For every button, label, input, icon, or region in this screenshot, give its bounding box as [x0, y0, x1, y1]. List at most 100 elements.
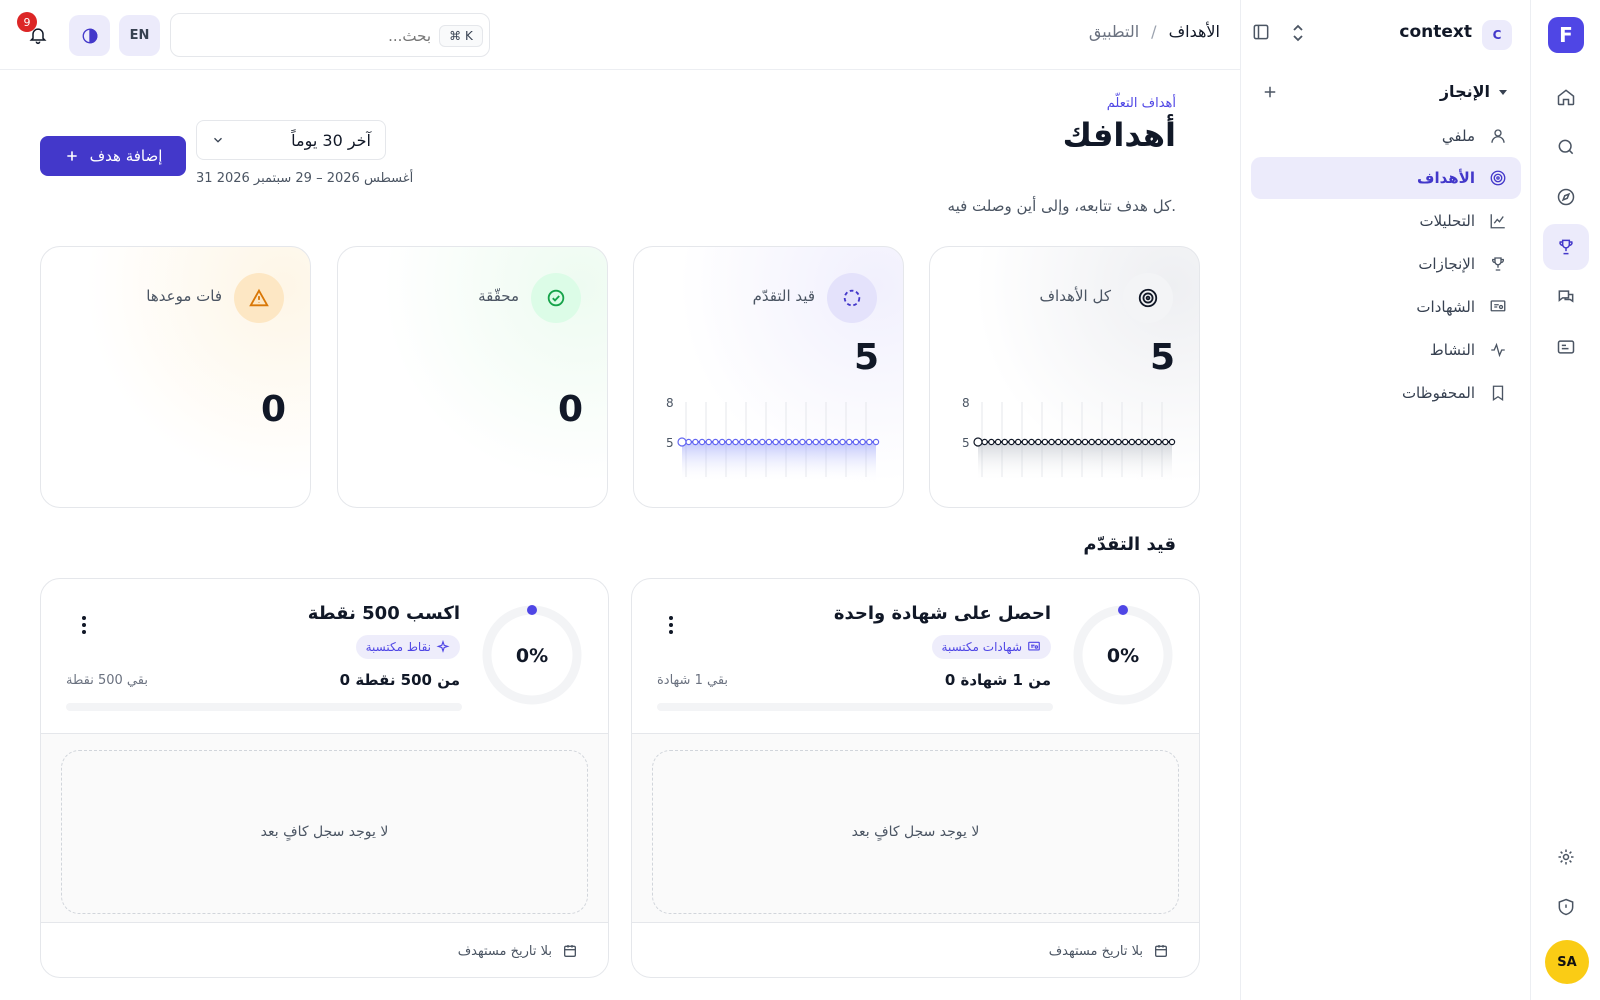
add-goal-button[interactable]: إضافة هدف [40, 136, 186, 176]
rail-security-button[interactable] [1543, 884, 1589, 930]
sidebar-item-goals[interactable]: الأهداف [1251, 157, 1521, 199]
spark-value-label: 5 [962, 436, 970, 450]
spark-point [1128, 438, 1136, 446]
rail-home-button[interactable] [1543, 74, 1589, 120]
breadcrumb-root[interactable]: التطبيق [1089, 22, 1139, 41]
rail-explore-button[interactable] [1543, 174, 1589, 220]
search-shortcut: ⌘ K [439, 25, 483, 47]
rail-settings-button[interactable] [1543, 834, 1589, 880]
spark-point [1095, 438, 1102, 446]
workspace-name[interactable]: context [1399, 22, 1472, 42]
spark-point [1008, 438, 1015, 446]
spark-point [981, 438, 988, 446]
goal-remaining: بقي 1 شهادة [657, 673, 729, 688]
sidebar-item-achievements[interactable]: الإنجازات [1251, 243, 1521, 285]
breadcrumb: التطبيق / الأهداف [1089, 22, 1220, 41]
empty-history-message: لا يوجد سجل كافٍ بعد [652, 750, 1179, 914]
stat-icon-badge [827, 273, 877, 323]
page-subtitle: كل هدف تتابعه، وإلى أين وصلت فيه. [947, 197, 1176, 215]
stat-value: 0 [260, 389, 286, 430]
stat-card-overdue: فات موعدها 0 [40, 246, 311, 508]
language-button[interactable]: EN [119, 15, 160, 56]
plus-icon [1264, 86, 1276, 98]
warning-icon [249, 288, 269, 307]
trophy-icon [1559, 239, 1573, 255]
spark-point [832, 438, 840, 446]
contrast-icon [82, 28, 97, 43]
goal-type-chip: نقاط مكتسبة [355, 635, 460, 659]
spark-value-label: 5 [666, 436, 674, 450]
sidebar: C context الإنجاز ملفي الأهداف التحليلات… [1240, 0, 1530, 1000]
goal-history-panel: لا يوجد سجل كافٍ بعد [632, 733, 1199, 923]
spark-point [705, 438, 712, 446]
rail-cards-button[interactable] [1543, 324, 1589, 370]
stat-card-in-progress: قيد التقدّم 5 8 5 [633, 246, 904, 508]
stat-icon-badge [531, 273, 581, 323]
spark-point [1014, 438, 1022, 446]
spark-point [712, 438, 719, 446]
theme-toggle-button[interactable] [69, 15, 110, 56]
sidebar-item-analytics[interactable]: التحليلات [1251, 200, 1521, 242]
spark-point [677, 437, 687, 447]
spark-point [739, 438, 746, 446]
spark-point [1061, 438, 1069, 446]
search-input[interactable] [179, 23, 431, 49]
workspace-switcher-button[interactable] [1289, 22, 1307, 48]
sparkline-in-progress: 8 5 [666, 396, 880, 482]
id-card-icon [1557, 340, 1575, 354]
date-range-select[interactable]: آخر 30 يوماً [196, 120, 386, 160]
language-label: EN [129, 28, 150, 43]
collapse-sidebar-button[interactable] [1251, 22, 1271, 46]
goal-menu-button[interactable] [668, 615, 674, 639]
sidebar-item-profile[interactable]: ملفي [1251, 115, 1521, 157]
spark-point [1135, 438, 1142, 446]
search-icon [1558, 139, 1574, 155]
rail-search-button[interactable] [1543, 124, 1589, 170]
sidebar-item-certificates[interactable]: الشهادات [1251, 286, 1521, 328]
spark-point [692, 438, 699, 446]
compass-icon [1557, 188, 1575, 206]
section-toggle-achievement[interactable]: الإنجاز [1440, 82, 1508, 101]
spark-point [1121, 438, 1129, 446]
spark-point [1068, 438, 1075, 446]
spark-point [1001, 438, 1008, 446]
stat-icon-badge [1123, 273, 1173, 323]
avatar[interactable]: SA [1545, 940, 1589, 984]
spark-area [682, 442, 876, 482]
spark-point [1021, 438, 1029, 446]
rail-achievements-button[interactable] [1543, 224, 1589, 270]
sidebar-item-label: ملفي [1441, 127, 1475, 145]
calendar-icon [1155, 945, 1167, 957]
sparkle-icon [436, 640, 450, 653]
sidebar-item-label: التحليلات [1419, 212, 1475, 230]
spark-point [1148, 438, 1156, 446]
spark-point [1048, 438, 1055, 446]
progress-percent: 0% [516, 645, 548, 667]
goal-due-date: بلا تاريخ مستهدف [458, 943, 578, 959]
spark-point [988, 438, 995, 446]
certificate-icon [1028, 641, 1040, 651]
spark-point [994, 438, 1002, 446]
goal-card: 0% اكسب 500 نقطة نقاط مكتسبة 0 من 500 نق… [40, 578, 609, 978]
sidebar-item-activity[interactable]: النشاط [1251, 329, 1521, 371]
goal-title: احصل على شهادة واحدة [833, 603, 1051, 624]
goal-menu-button[interactable] [81, 615, 87, 639]
chip-label: شهادات مكتسبة [941, 640, 1022, 654]
add-section-item-button[interactable] [1261, 83, 1279, 105]
plus-icon [66, 151, 77, 161]
spark-point [1075, 438, 1082, 446]
workspace-letter: C [1492, 28, 1502, 42]
sidebar-item-saved[interactable]: المحفوظات [1251, 372, 1521, 414]
stat-card-achieved: محقّقة 0 [337, 246, 608, 508]
chart-icon [1490, 214, 1505, 229]
spark-point [745, 438, 753, 446]
progress-ring: 0% [1073, 605, 1173, 705]
spark-point [1108, 438, 1115, 446]
section-heading: قيد التقدّم [1083, 534, 1176, 555]
sidebar-item-label: الشهادات [1416, 298, 1475, 316]
search-box[interactable]: ⌘ K [170, 13, 490, 57]
spark-point [839, 438, 846, 446]
stat-label: قيد التقدّم [752, 287, 815, 305]
app-logo[interactable]: F [1548, 17, 1584, 53]
rail-messages-button[interactable] [1543, 274, 1589, 320]
